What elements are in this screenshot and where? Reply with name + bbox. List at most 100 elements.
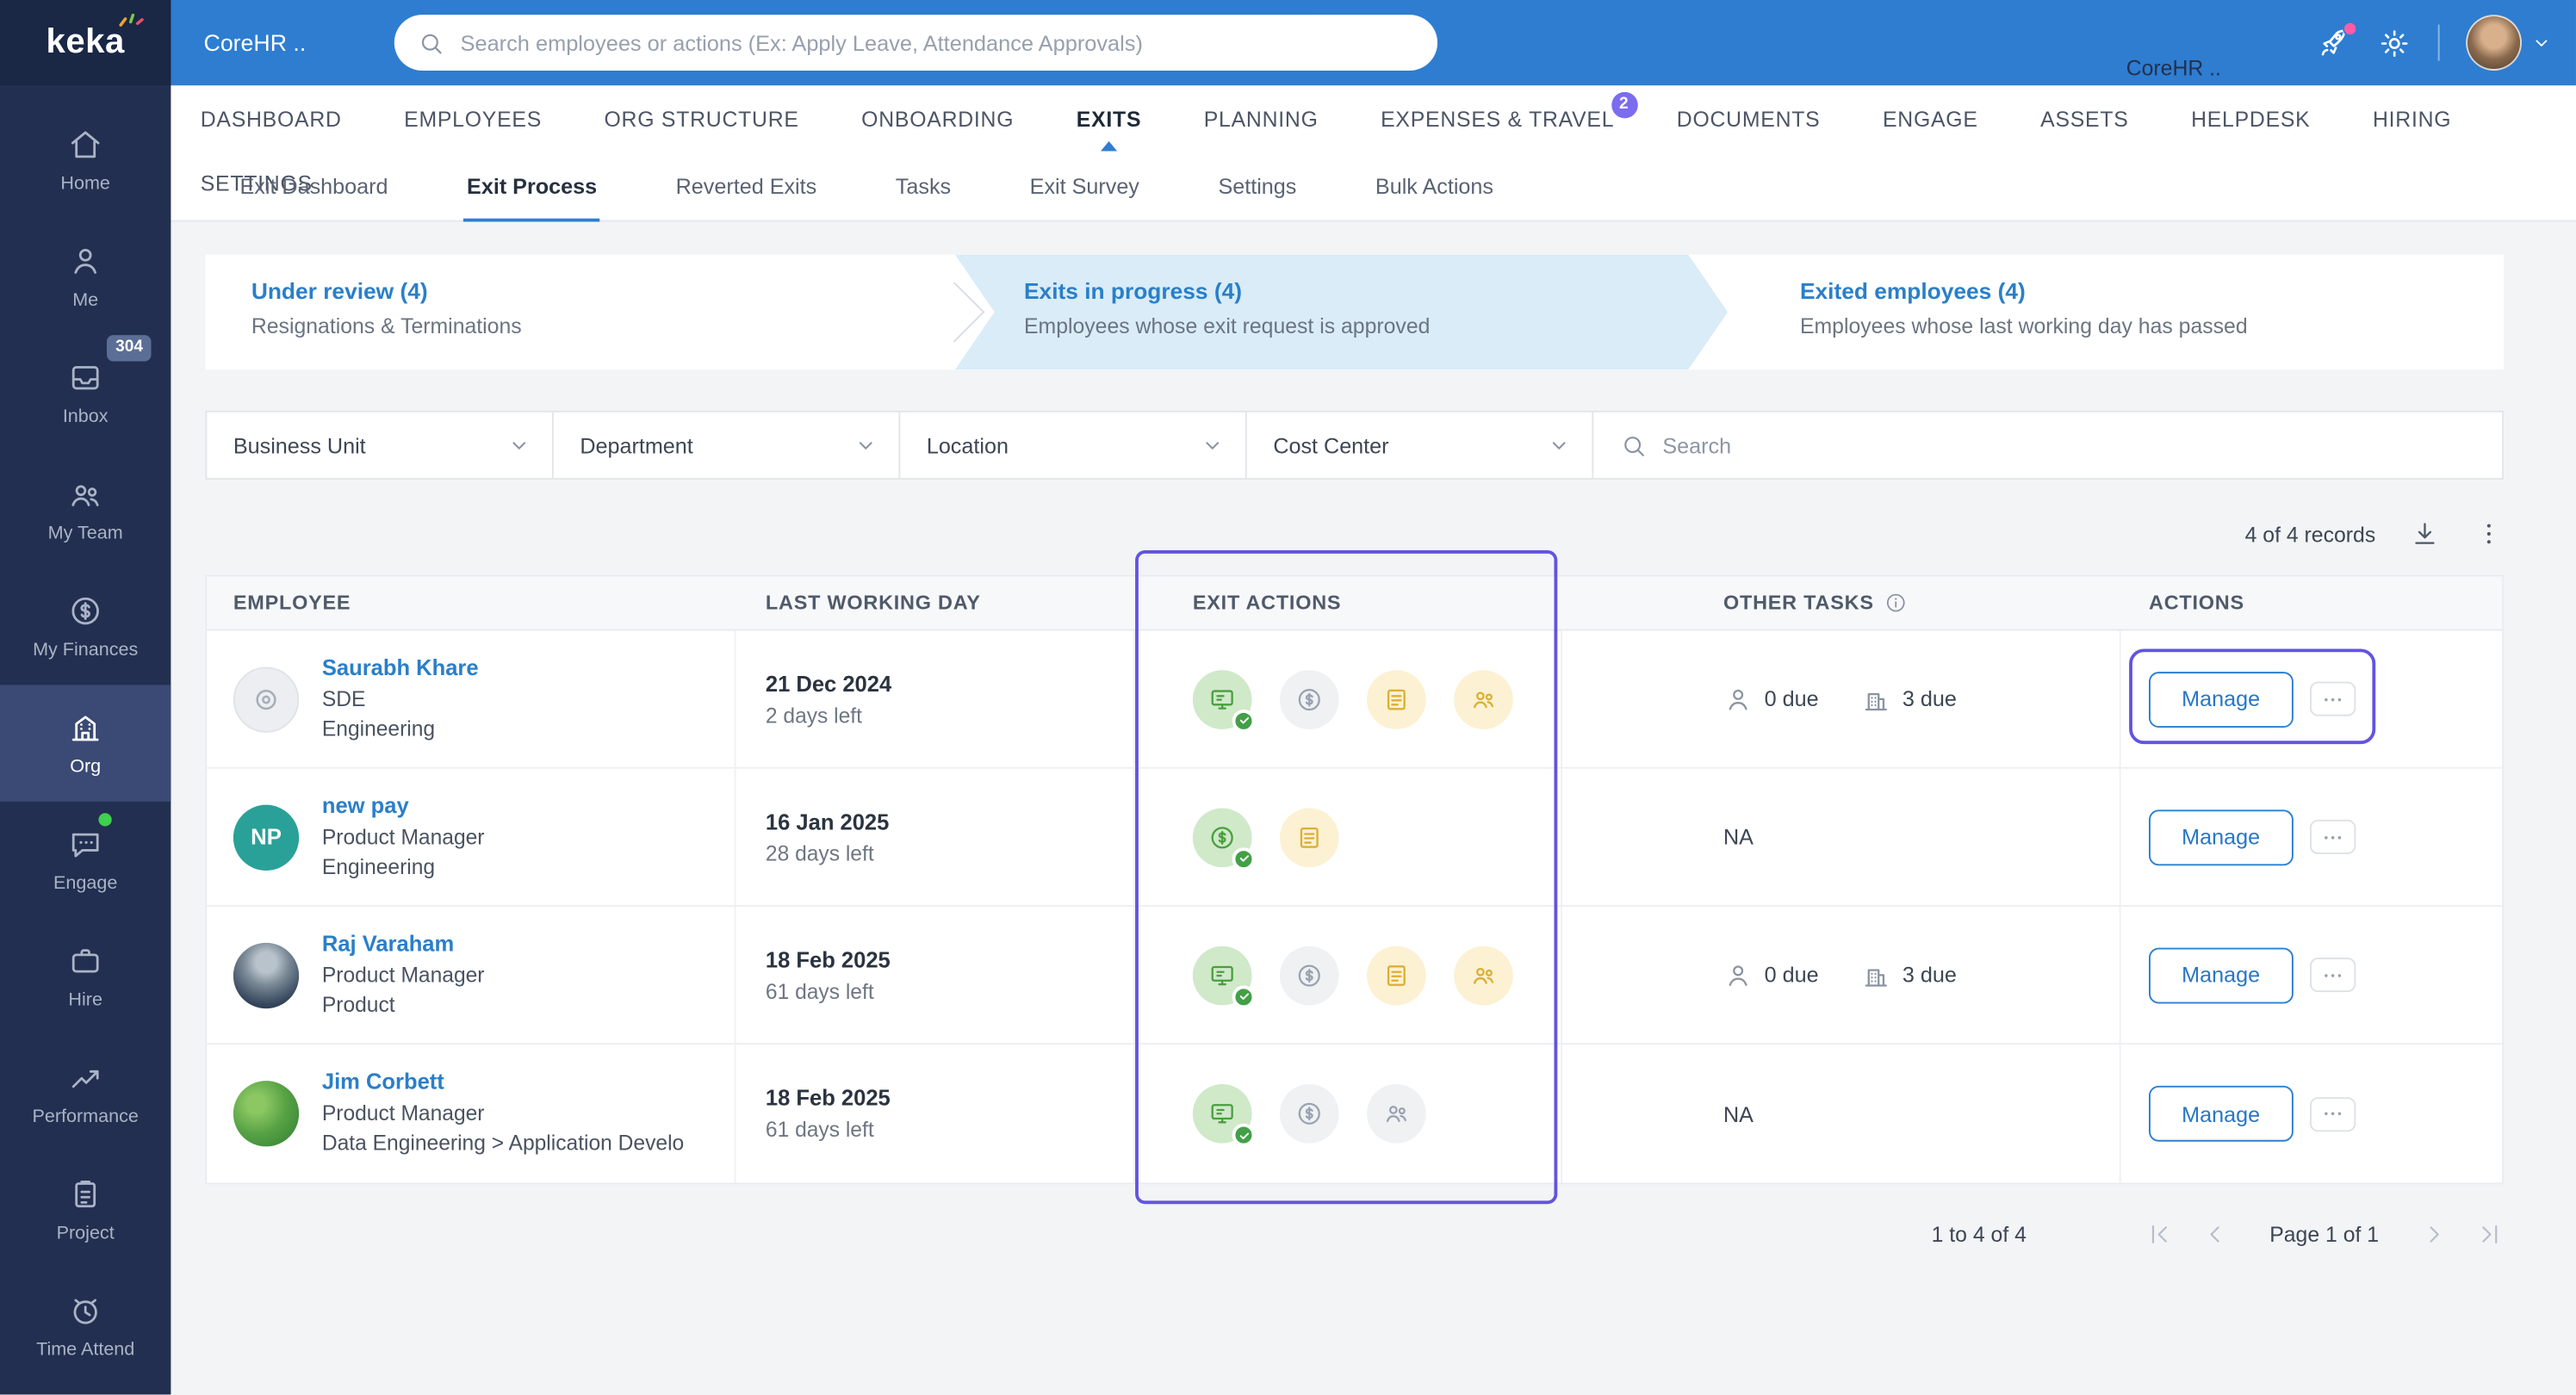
manage-button[interactable]: Manage: [2149, 671, 2294, 728]
device-icon[interactable]: [1192, 1083, 1256, 1147]
avatar: NP: [233, 803, 300, 871]
sidebar-item-engage[interactable]: Engage: [0, 802, 171, 918]
last-working-day-cell: 18 Feb 2025 61 days left: [736, 906, 1136, 1044]
tab-reverted-exits[interactable]: Reverted Exits: [636, 151, 856, 220]
sidebar-item-project[interactable]: Project: [0, 1151, 171, 1268]
sidebar-item-my-finances[interactable]: My Finances: [0, 568, 171, 685]
nav-item-dashboard[interactable]: DASHBOARD: [201, 106, 342, 131]
filter-location[interactable]: Location: [900, 412, 1247, 479]
sidebar-item-time-attend[interactable]: Time Attend: [0, 1268, 171, 1385]
tab-exit-dashboard[interactable]: Exit Dashboard: [201, 151, 428, 220]
sidebar-item-org[interactable]: Org: [0, 685, 171, 802]
sidebar-item-me[interactable]: Me: [0, 219, 171, 335]
org-due-count: 3 due: [1902, 686, 1957, 711]
handover-icon[interactable]: [1367, 1083, 1426, 1144]
info-icon[interactable]: [1884, 592, 1907, 615]
profile-menu[interactable]: [2466, 15, 2553, 71]
handover-icon[interactable]: [1454, 669, 1513, 728]
prev-page-icon[interactable]: [2200, 1219, 2228, 1247]
stage-exited-employees-4[interactable]: Exited employees (4) Employees whose las…: [1728, 255, 2504, 370]
payroll-icon[interactable]: [1279, 669, 1339, 728]
next-page-icon[interactable]: [2420, 1219, 2448, 1247]
manage-button[interactable]: Manage: [2149, 809, 2294, 865]
filter-cost-center[interactable]: Cost Center: [1247, 412, 1594, 479]
check-badge-icon: [1232, 1123, 1256, 1147]
exit-actions-cell: [1135, 1045, 1563, 1183]
employee-name-link[interactable]: Raj Varaham: [322, 931, 485, 956]
filter-business-unit[interactable]: Business Unit: [207, 412, 554, 479]
other-tasks-cell: NA: [1562, 1045, 2121, 1183]
tasks-icon[interactable]: [1367, 945, 1426, 1005]
person-icon: [67, 243, 103, 279]
team-icon: [67, 476, 103, 512]
table-row-jim-corbett: Jim Corbett Product Manager Data Enginee…: [207, 1045, 2503, 1183]
manage-button[interactable]: Manage: [2149, 1085, 2294, 1142]
tab-settings[interactable]: Settings: [1179, 151, 1336, 220]
payroll-icon[interactable]: [1279, 1083, 1339, 1144]
nav-item-assets[interactable]: ASSETS: [2040, 106, 2128, 131]
nav-item-engage[interactable]: ENGAGE: [1883, 106, 1978, 131]
row-more-button[interactable]: [2309, 1096, 2356, 1132]
stage-exits-in-progress-4[interactable]: Exits in progress (4) Employees whose ex…: [955, 255, 1728, 370]
sidebar-item-inbox[interactable]: 304 Inbox: [0, 335, 171, 451]
row-more-button[interactable]: [2309, 958, 2356, 993]
payroll-icon[interactable]: [1192, 807, 1256, 871]
tasks-icon[interactable]: [1367, 669, 1426, 728]
exit-process-content: Under review (4) Resignations & Terminat…: [171, 222, 2576, 1395]
employee-department: Engineering: [321, 715, 436, 741]
manage-button[interactable]: Manage: [2149, 946, 2294, 1003]
person-icon: [1723, 960, 1753, 989]
device-icon[interactable]: [1192, 669, 1256, 732]
global-search-input[interactable]: [460, 30, 1415, 55]
table-search[interactable]: [1593, 412, 2502, 478]
row-more-button[interactable]: [2309, 681, 2356, 716]
nav-item-expenses-travel[interactable]: EXPENSES & TRAVEL 2: [1381, 90, 1638, 131]
keka-logo-text: keka: [46, 22, 125, 61]
tab-tasks[interactable]: Tasks: [856, 151, 990, 220]
payroll-icon[interactable]: [1279, 945, 1339, 1005]
employee-name-link[interactable]: Saurabh Khare: [322, 655, 479, 680]
first-page-icon[interactable]: [2145, 1219, 2172, 1247]
employee-name-link[interactable]: Jim Corbett: [322, 1070, 684, 1094]
nav-item-org-structure[interactable]: ORG STRUCTURE: [604, 106, 798, 131]
whats-new-rocket-icon[interactable]: [2317, 20, 2358, 60]
device-icon[interactable]: [1192, 945, 1256, 1008]
download-icon[interactable]: [2410, 519, 2439, 549]
nav-item-planning[interactable]: PLANNING: [1204, 106, 1319, 131]
nav-count-badge: 2: [1611, 90, 1638, 118]
last-working-day-cell: 16 Jan 2025 28 days left: [736, 768, 1136, 906]
last-working-day-cell: 21 Dec 2024 2 days left: [736, 630, 1136, 767]
table-search-input[interactable]: [1662, 432, 2476, 458]
nav-item-documents[interactable]: DOCUMENTS: [1677, 106, 1821, 131]
time-icon: [67, 1293, 103, 1329]
row-more-button[interactable]: [2309, 819, 2356, 854]
sidebar-item-my-team[interactable]: My Team: [0, 452, 171, 568]
tab-exit-process[interactable]: Exit Process: [427, 151, 636, 222]
employee-designation: Product Manager: [321, 962, 485, 987]
sidebar-item-home[interactable]: Home: [0, 102, 171, 218]
person-due-count: 0 due: [1764, 962, 1819, 988]
keka-logo[interactable]: keka: [0, 0, 171, 86]
employee-name-link[interactable]: new pay: [322, 793, 485, 818]
tab-bulk-actions[interactable]: Bulk Actions: [1336, 151, 1533, 220]
global-search[interactable]: [394, 15, 1438, 71]
nav-item-employees[interactable]: EMPLOYEES: [404, 106, 542, 131]
nav-item-helpdesk[interactable]: HELPDESK: [2191, 106, 2310, 131]
filter-department[interactable]: Department: [554, 412, 901, 479]
last-page-icon[interactable]: [2476, 1219, 2504, 1247]
finance-icon: [67, 593, 103, 629]
sidebar-item-hire[interactable]: Hire: [0, 918, 171, 1034]
nav-item-onboarding[interactable]: ONBOARDING: [861, 106, 1014, 131]
sidebar-item-performance[interactable]: Performance: [0, 1035, 171, 1151]
kebab-vertical-icon[interactable]: [2474, 519, 2504, 549]
tasks-icon[interactable]: [1279, 807, 1339, 867]
nav-item-hiring[interactable]: HIRING: [2373, 106, 2451, 131]
tab-exit-survey[interactable]: Exit Survey: [990, 151, 1179, 220]
nav-item-exits[interactable]: EXITS: [1077, 106, 1141, 131]
topbar: CoreHR .. Search employees or actions (E…: [171, 0, 2576, 86]
stage-under-review-4[interactable]: Under review (4) Resignations & Terminat…: [205, 255, 954, 370]
app-window: keka Home Me 304 Inbox My Team My Financ…: [0, 0, 2576, 1395]
handover-icon[interactable]: [1454, 945, 1513, 1005]
settings-gear-icon[interactable]: [2377, 26, 2412, 60]
topbar-actions: [2317, 15, 2554, 71]
